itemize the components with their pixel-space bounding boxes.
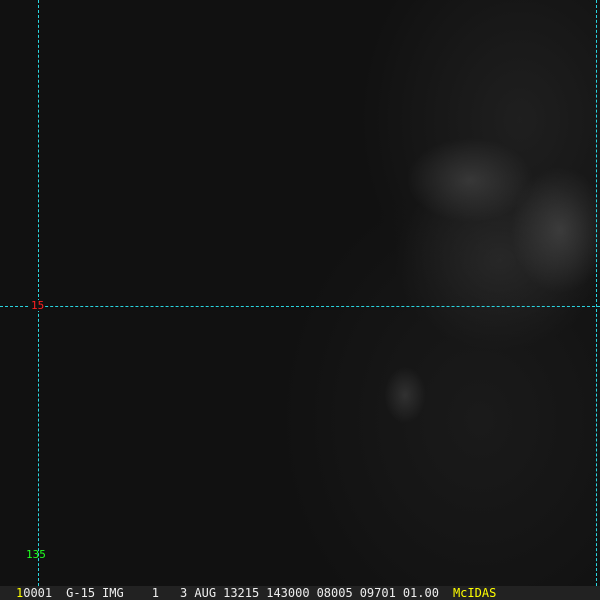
status-type: IMG xyxy=(102,586,124,600)
status-time: 143000 xyxy=(266,586,310,600)
status-field-8: 08005 xyxy=(316,586,353,600)
status-julian-day: 13215 xyxy=(223,586,260,600)
frame-number: 1 xyxy=(16,586,24,600)
longitude-line xyxy=(38,0,39,586)
status-band: 1 xyxy=(151,586,159,600)
status-area: 0001 xyxy=(23,586,53,600)
latitude-line xyxy=(0,306,600,307)
status-date: 3 AUG xyxy=(179,586,217,600)
longitude-label: 135 xyxy=(26,548,46,561)
longitude-line xyxy=(596,0,597,586)
satellite-image xyxy=(0,0,600,586)
latitude-label: 15 xyxy=(30,299,46,312)
status-field-9: 09701 xyxy=(359,586,396,600)
status-bar: 10001 G-15 IMG 1 3 AUG 13215 143000 08005 09701 0… xyxy=(0,586,600,600)
satellite-frame: 15 135 10001 G-15 IMG 1 3 AUG 13215 143000 0800… xyxy=(0,0,600,600)
status-satellite: G-15 xyxy=(66,586,96,600)
status-resolution: 01.00 xyxy=(402,586,439,600)
mcidas-brand: McIDAS xyxy=(452,586,497,600)
